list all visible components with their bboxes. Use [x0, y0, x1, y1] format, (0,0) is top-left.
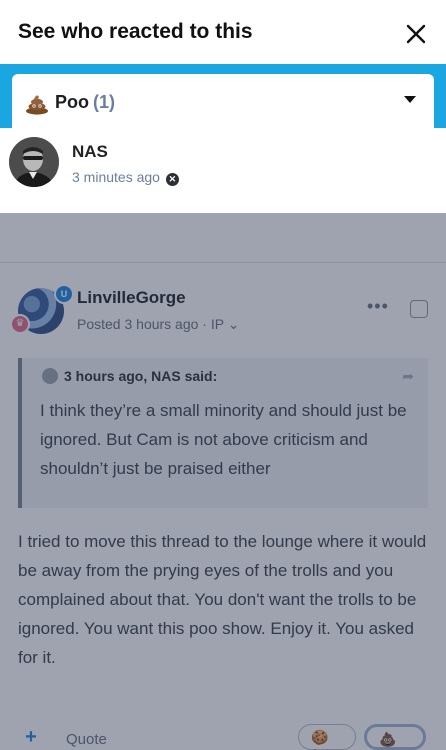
- close-icon: [406, 24, 426, 44]
- reaction-filter-label: Poo (1): [55, 92, 115, 113]
- close-button[interactable]: [400, 18, 432, 50]
- modal-header: See who reacted to this: [0, 0, 446, 64]
- reactor-avatar[interactable]: [9, 137, 59, 187]
- chevron-down-icon: [404, 96, 416, 103]
- reaction-count: (1): [93, 92, 115, 112]
- reactor-list-item: NAS 3 minutes ago ✕: [0, 128, 446, 213]
- modal-title: See who reacted to this: [18, 20, 253, 43]
- reactions-modal: See who reacted to this Poo (1) NAS 3 mi…: [0, 0, 446, 213]
- reaction-time-text: 3 minutes ago: [72, 169, 160, 185]
- reaction-filter-dropdown[interactable]: Poo (1): [12, 74, 434, 134]
- remove-reaction-icon[interactable]: ✕: [165, 173, 179, 186]
- poo-icon: [26, 95, 48, 115]
- avatar-photo: [9, 137, 59, 187]
- reaction-filter-band: Poo (1): [0, 64, 446, 134]
- reaction-time: 3 minutes ago ✕: [72, 169, 179, 186]
- reaction-name: Poo: [55, 92, 89, 112]
- reactor-name[interactable]: NAS: [72, 142, 108, 162]
